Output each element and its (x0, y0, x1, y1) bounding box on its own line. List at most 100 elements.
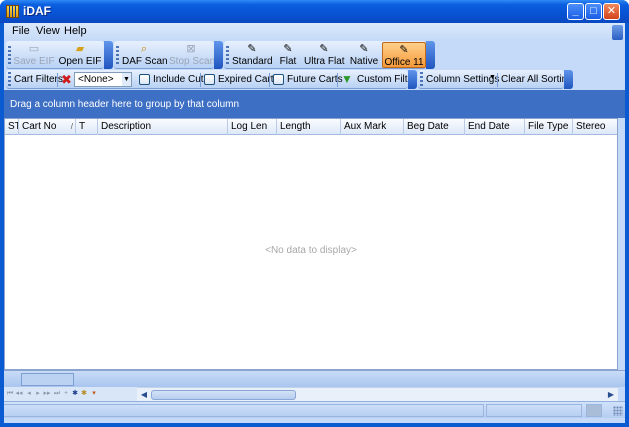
daf-scan-button[interactable]: ⌕ DAF Scan (122, 42, 168, 68)
separator (497, 73, 498, 87)
funnel-icon: ▼ (341, 72, 353, 86)
scan-toolbar-options[interactable] (214, 41, 223, 69)
menu-help[interactable]: Help (64, 25, 87, 37)
group-by-hint: Drag a column header here to group by th… (10, 99, 240, 110)
style-office11-button[interactable]: ✎ Office 11 (382, 42, 426, 68)
separator (200, 73, 201, 87)
pen-icon: ✎ (359, 43, 369, 55)
filter-toolbar: Cart Filters ✖ <None> ▼ Include Cuts Exp… (6, 70, 416, 89)
previous-page-icon[interactable]: ◂◂ (15, 388, 23, 399)
pen-icon: ✎ (247, 43, 257, 55)
maximize-icon: □ (590, 5, 597, 17)
status-indicator (586, 404, 602, 417)
style-toolbar: ✎ Standard ✎ Flat ✎ Ultra Flat ✎ Native … (224, 41, 426, 69)
clear-all-sorting-button[interactable]: Clear All Sorting (501, 74, 573, 85)
append-icon[interactable]: + (62, 388, 70, 399)
cart-filters-label: Cart Filters (14, 74, 63, 85)
pen-icon: ✎ (399, 44, 409, 56)
maximize-button[interactable]: □ (585, 3, 602, 20)
separator (269, 73, 270, 87)
column-header-description[interactable]: Description (98, 119, 228, 135)
clear-filter-icon[interactable]: ✖ (61, 72, 72, 88)
cart-grid[interactable]: ST Cart No / T Description Log Len Lengt… (4, 118, 618, 370)
column-header-t[interactable]: T (76, 119, 98, 135)
scroll-left-icon[interactable]: ◀ (138, 389, 150, 400)
style-flat-button[interactable]: ✎ Flat (276, 42, 300, 68)
toolbar-grip[interactable] (226, 46, 229, 64)
menu-bar: File View Help (4, 23, 625, 40)
toolbar-grip[interactable] (116, 46, 119, 64)
next-page-icon[interactable]: ▸▸ (43, 388, 51, 399)
group-by-panel[interactable]: Drag a column header here to group by th… (4, 90, 625, 118)
column-toolbar-options[interactable] (564, 70, 573, 89)
footer-summary-cell (21, 373, 74, 386)
previous-record-icon[interactable]: ◂ (25, 388, 33, 399)
toolbar-grip[interactable] (8, 72, 11, 86)
grid-footer (4, 370, 625, 387)
magnifier-icon: ⌕ (140, 43, 148, 55)
open-eif-button[interactable]: ▰ Open EIF (58, 42, 102, 68)
insert-icon[interactable]: ✱ (71, 388, 79, 399)
column-header-st[interactable]: ST (5, 119, 19, 135)
save-icon: ▭ (28, 43, 40, 55)
stop-icon: ⊠ (186, 43, 196, 55)
column-toolbar: Column Settings ▼ Clear All Sorting (418, 70, 573, 89)
resize-grip-icon[interactable] (613, 406, 623, 416)
menu-view[interactable]: View (36, 25, 60, 37)
separator (57, 73, 58, 87)
chevron-down-icon[interactable]: ▼ (489, 74, 496, 81)
column-header-log-len[interactable]: Log Len (228, 119, 277, 135)
next-record-icon[interactable]: ▸ (34, 388, 42, 399)
app-window: iDAF _ □ ✕ File View Help ▭ Save EIF ▰ O… (0, 0, 629, 427)
status-panel-main (4, 404, 484, 417)
pen-icon: ✎ (283, 43, 293, 55)
last-page-icon[interactable]: ⏭ (53, 388, 61, 399)
file-toolbar-options[interactable] (104, 41, 113, 69)
status-panel-secondary (486, 404, 582, 417)
sort-ascending-icon: / (70, 122, 73, 131)
column-header-file-type[interactable]: File Type (525, 119, 573, 135)
client-area: File View Help ▭ Save EIF ▰ Open EIF ⌕ D… (4, 23, 625, 423)
style-native-button[interactable]: ✎ Native (348, 42, 380, 68)
no-data-message: <No data to display> (265, 245, 357, 256)
cart-filter-value: <None> (78, 74, 114, 85)
include-cuts-checkbox[interactable] (139, 74, 150, 85)
stop-scan-button[interactable]: ⊠ Stop Scan (169, 42, 215, 68)
minimize-icon: _ (572, 5, 579, 17)
column-header-end-date[interactable]: End Date (465, 119, 525, 135)
scroll-thumb[interactable] (151, 390, 296, 400)
toolbar-grip[interactable] (420, 72, 423, 86)
minimize-button[interactable]: _ (567, 3, 584, 20)
grid-header: ST Cart No / T Description Log Len Lengt… (5, 119, 617, 135)
column-header-stereo[interactable]: Stereo (573, 119, 617, 135)
style-toolbar-options[interactable] (426, 41, 435, 69)
first-page-icon[interactable]: ⏮ (6, 388, 14, 399)
column-header-length[interactable]: Length (277, 119, 341, 135)
title-bar[interactable]: iDAF _ □ ✕ (0, 0, 629, 23)
style-ultra-flat-button[interactable]: ✎ Ultra Flat (304, 42, 345, 68)
grid-edge (618, 118, 625, 370)
folder-open-icon: ▰ (75, 43, 85, 55)
menu-options-button[interactable] (612, 25, 623, 40)
future-carts-checkbox[interactable] (273, 74, 284, 85)
column-header-beg-date[interactable]: Beg Date (404, 119, 465, 135)
cart-filter-combo[interactable]: <None> ▼ (74, 72, 132, 87)
cancel-edit-icon[interactable]: ▾ (90, 388, 98, 399)
expired-carts-checkbox[interactable] (204, 74, 215, 85)
pen-icon: ✎ (319, 43, 329, 55)
chevron-down-icon[interactable]: ▼ (122, 73, 131, 86)
style-standard-button[interactable]: ✎ Standard (232, 42, 273, 68)
filter-toolbar-options[interactable] (408, 70, 417, 89)
save-eif-button[interactable]: ▭ Save EIF (13, 42, 55, 68)
horizontal-scrollbar[interactable]: ◀ ▶ (137, 387, 618, 401)
menu-file[interactable]: File (12, 25, 30, 37)
close-button[interactable]: ✕ (603, 3, 620, 20)
future-carts-label[interactable]: Future Carts (287, 74, 343, 85)
toolbar-grip[interactable] (8, 46, 11, 64)
column-header-label: Cart No (22, 121, 57, 132)
refresh-icon[interactable]: ✱ (80, 388, 88, 399)
window-title: iDAF (23, 4, 51, 18)
column-header-cart-no[interactable]: Cart No / (19, 119, 76, 135)
scroll-right-icon[interactable]: ▶ (605, 389, 617, 400)
column-header-aux-mark[interactable]: Aux Mark (341, 119, 404, 135)
